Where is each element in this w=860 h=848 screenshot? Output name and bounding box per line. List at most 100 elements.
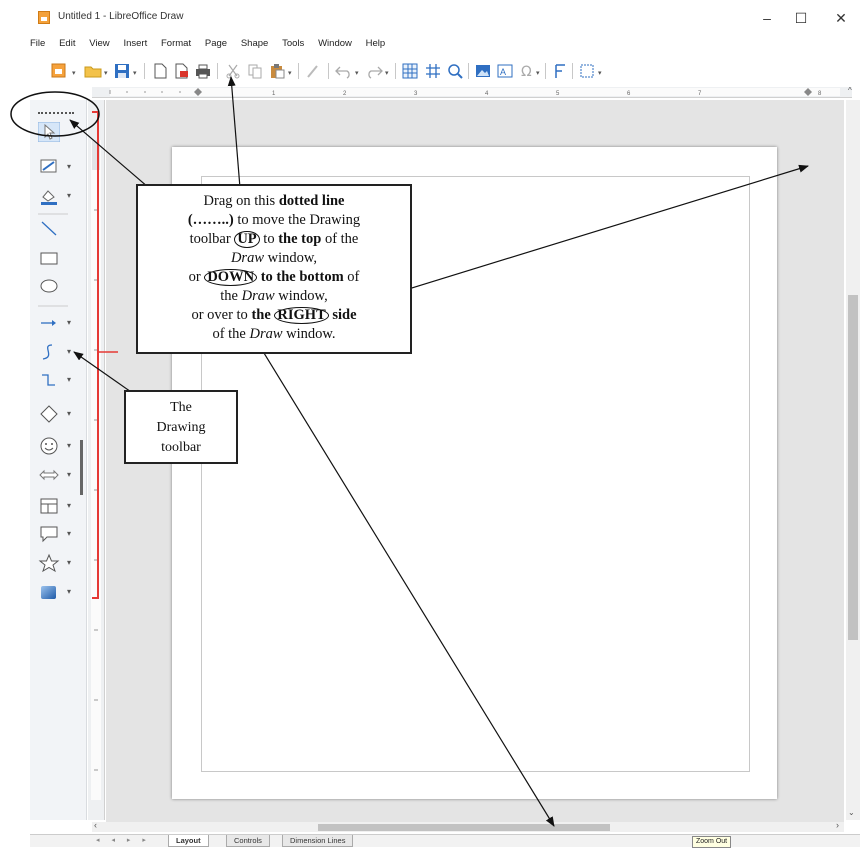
fill-color-icon[interactable] (38, 186, 60, 206)
undo-icon[interactable] (334, 62, 354, 80)
clone-formatting-icon[interactable] (304, 62, 322, 80)
symbol-shapes-dropdown-icon[interactable]: ▾ (67, 441, 71, 450)
open-folder-icon[interactable] (83, 62, 103, 80)
callout-text-bold: (……..) (187, 212, 234, 228)
menu-file[interactable]: File (30, 38, 45, 49)
scroll-right-icon[interactable]: › (836, 820, 839, 830)
image-icon[interactable] (474, 62, 492, 80)
paste-dropdown-icon[interactable]: ▾ (288, 69, 292, 77)
callout-line: toolbar UP to the top of the (138, 230, 410, 249)
basic-shapes-dropdown-icon[interactable]: ▾ (67, 409, 71, 418)
paste-icon[interactable] (268, 62, 286, 80)
menu-page[interactable]: Page (205, 38, 227, 49)
rectangle-icon[interactable] (38, 248, 60, 268)
cut-icon[interactable] (224, 62, 242, 80)
menu-help[interactable]: Help (366, 38, 386, 49)
connector-icon[interactable] (38, 370, 60, 390)
menu-format[interactable]: Format (161, 38, 191, 49)
ruler-number: 5 (556, 91, 560, 97)
basic-shapes-icon[interactable] (38, 404, 60, 424)
toolbar-separator (144, 63, 145, 79)
ruler-number: 7 (698, 91, 702, 97)
minimize-button[interactable]: – (752, 8, 782, 28)
drawing-toolbar (30, 100, 87, 820)
connector-dropdown-icon[interactable]: ▾ (67, 375, 71, 384)
arrow-line-icon[interactable] (38, 313, 60, 333)
menu-tools[interactable]: Tools (282, 38, 304, 49)
tab-dimension-lines[interactable]: Dimension Lines (282, 835, 354, 847)
callout-text: toolbar (189, 231, 235, 247)
tab-layout[interactable]: Layout (168, 835, 209, 847)
vertical-scrollbar-thumb[interactable] (848, 295, 858, 640)
toolbar-resize-handle[interactable] (80, 440, 83, 495)
callout-text-bold: the (251, 307, 271, 323)
special-character-dropdown-icon[interactable]: ▾ (536, 69, 540, 77)
redo-dropdown-icon[interactable]: ▾ (385, 69, 389, 77)
maximize-button[interactable]: ☐ (786, 8, 816, 28)
scroll-down-icon[interactable]: ⌄ (848, 808, 855, 817)
export-pdf-icon[interactable] (172, 62, 190, 80)
block-arrows-icon[interactable] (38, 465, 60, 485)
callouts-dropdown-icon[interactable]: ▾ (67, 529, 71, 538)
new-document-icon[interactable] (50, 62, 68, 80)
flowchart-dropdown-icon[interactable]: ▾ (67, 501, 71, 510)
callout-text: the (220, 288, 242, 304)
copy-icon[interactable] (246, 62, 264, 80)
stars-icon[interactable] (38, 553, 60, 573)
menu-view[interactable]: View (89, 38, 109, 49)
toolbar-separator (395, 63, 396, 79)
instruction-callout: Drag on this dotted line (……..) to move … (136, 184, 412, 354)
save-dropdown-icon[interactable]: ▾ (133, 69, 137, 77)
zoom-icon[interactable] (446, 62, 464, 80)
menu-window[interactable]: Window (318, 38, 352, 49)
close-button[interactable]: ✕ (826, 8, 856, 28)
flowchart-icon[interactable] (38, 496, 60, 516)
toolbar-separator (572, 63, 573, 79)
callout-text: window, (264, 250, 318, 266)
ellipse-icon[interactable] (38, 276, 60, 296)
callout-right-oval: RIGHT (274, 307, 329, 324)
select-icon[interactable] (38, 122, 60, 142)
callout-up-oval: UP (234, 231, 260, 248)
stars-dropdown-icon[interactable]: ▾ (67, 558, 71, 567)
menu-insert[interactable]: Insert (123, 38, 147, 49)
export-icon[interactable] (151, 62, 169, 80)
fill-color-dropdown-icon[interactable]: ▾ (67, 191, 71, 200)
undo-dropdown-icon[interactable]: ▾ (355, 69, 359, 77)
3d-objects-icon[interactable] (38, 582, 60, 602)
callouts-icon[interactable] (38, 524, 60, 544)
redo-icon[interactable] (364, 62, 384, 80)
ruler-number: 8 (818, 91, 822, 97)
save-icon[interactable] (113, 62, 131, 80)
open-dropdown-icon[interactable]: ▾ (104, 69, 108, 77)
menu-shape[interactable]: Shape (241, 38, 268, 49)
transformations-dropdown-icon[interactable]: ▾ (598, 69, 602, 77)
helplines-icon[interactable] (424, 62, 442, 80)
tab-navigation-arrows[interactable]: ◂ ◂ ▸ ▸ (96, 836, 151, 844)
arrow-line-dropdown-icon[interactable]: ▾ (67, 318, 71, 327)
block-arrows-dropdown-icon[interactable]: ▾ (67, 470, 71, 479)
transformations-icon[interactable] (578, 62, 596, 80)
toolbar-separator (328, 63, 329, 79)
print-icon[interactable] (194, 62, 212, 80)
new-dropdown-icon[interactable]: ▾ (72, 69, 76, 77)
special-character-icon[interactable]: Ω (518, 62, 536, 80)
callout-text-italic: Draw (249, 326, 283, 342)
horizontal-ruler-ticks: 1 2 3 4 5 6 7 8 (109, 88, 822, 97)
horizontal-scrollbar-thumb[interactable] (318, 824, 610, 831)
grid-icon[interactable] (401, 62, 419, 80)
toolbar-grip-dotted-line[interactable] (38, 112, 74, 115)
menu-edit[interactable]: Edit (59, 38, 75, 49)
tab-controls[interactable]: Controls (226, 835, 270, 847)
line-icon[interactable] (38, 218, 60, 238)
line-color-dropdown-icon[interactable]: ▾ (67, 162, 71, 171)
scroll-up-icon[interactable]: ^ (848, 86, 852, 95)
symbol-shapes-icon[interactable] (38, 436, 60, 456)
3d-objects-dropdown-icon[interactable]: ▾ (67, 587, 71, 596)
curve-icon[interactable] (38, 342, 60, 362)
fontwork-icon[interactable] (551, 62, 569, 80)
curve-dropdown-icon[interactable]: ▾ (67, 347, 71, 356)
scroll-left-icon[interactable]: ‹ (94, 820, 97, 830)
text-box-icon[interactable]: A (496, 62, 514, 80)
line-color-icon[interactable] (38, 157, 60, 177)
